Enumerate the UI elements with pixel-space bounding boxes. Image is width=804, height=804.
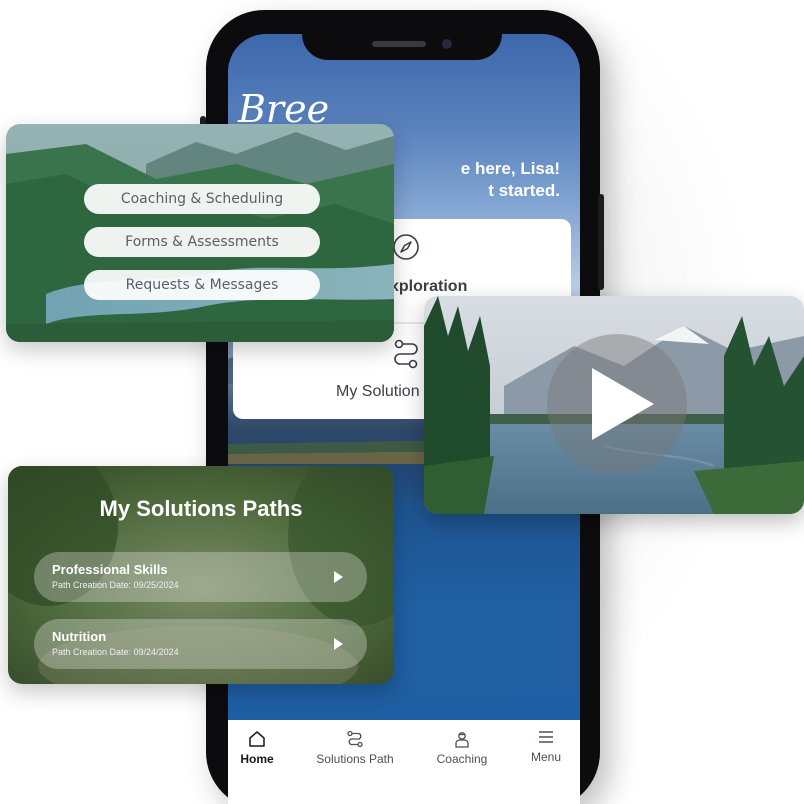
path-row-professional-skills[interactable]: Professional Skills Path Creation Date: …	[34, 552, 367, 602]
nav-home-label: Home	[240, 752, 274, 766]
nav-menu[interactable]: Menu	[526, 728, 566, 764]
menu-pill-forms-assessments[interactable]: Forms & Assessments	[84, 227, 320, 257]
chevron-right-icon	[334, 571, 343, 583]
paths-title: My Solutions Paths	[99, 496, 303, 521]
play-button[interactable]	[547, 334, 687, 474]
front-camera	[442, 39, 452, 49]
phone-power-button	[598, 194, 604, 290]
menu-pill-coaching-scheduling[interactable]: Coaching & Scheduling	[84, 184, 320, 214]
chevron-right-icon	[334, 638, 343, 650]
path-name: Professional Skills	[52, 562, 168, 577]
video-card[interactable]	[424, 296, 804, 514]
path-date: Path Creation Date: 09/25/2024	[52, 580, 179, 590]
my-solutions-label[interactable]: My Solution	[336, 383, 436, 401]
menu-pill-requests-messages[interactable]: Requests & Messages	[84, 270, 320, 300]
play-icon	[592, 368, 654, 440]
nav-menu-label: Menu	[530, 750, 562, 764]
path-date: Path Creation Date: 09/24/2024	[52, 647, 179, 657]
nav-solutions-path-label: Solutions Path	[316, 752, 394, 766]
nav-coaching[interactable]: Coaching	[434, 730, 490, 766]
hamburger-icon	[539, 731, 553, 743]
route-icon[interactable]	[391, 338, 421, 370]
compass-icon[interactable]	[392, 233, 420, 261]
home-icon	[249, 731, 265, 747]
path-row-nutrition[interactable]: Nutrition Path Creation Date: 09/24/2024	[34, 619, 367, 669]
bottom-nav: Home Solutions Path Coaching Menu	[228, 720, 580, 804]
nav-solutions-path[interactable]: Solutions Path	[314, 730, 396, 766]
route-icon	[347, 730, 363, 748]
speaker-grille	[372, 41, 426, 47]
quick-menu-card: Coaching & Scheduling Forms & Assessment…	[6, 124, 394, 342]
nav-coaching-label: Coaching	[436, 752, 488, 766]
phone-notch	[302, 12, 502, 60]
nav-home[interactable]: Home	[238, 730, 276, 766]
path-name: Nutrition	[52, 629, 107, 644]
solutions-paths-card: My Solutions Paths Professional Skills P…	[8, 466, 394, 684]
coach-icon	[455, 732, 469, 748]
